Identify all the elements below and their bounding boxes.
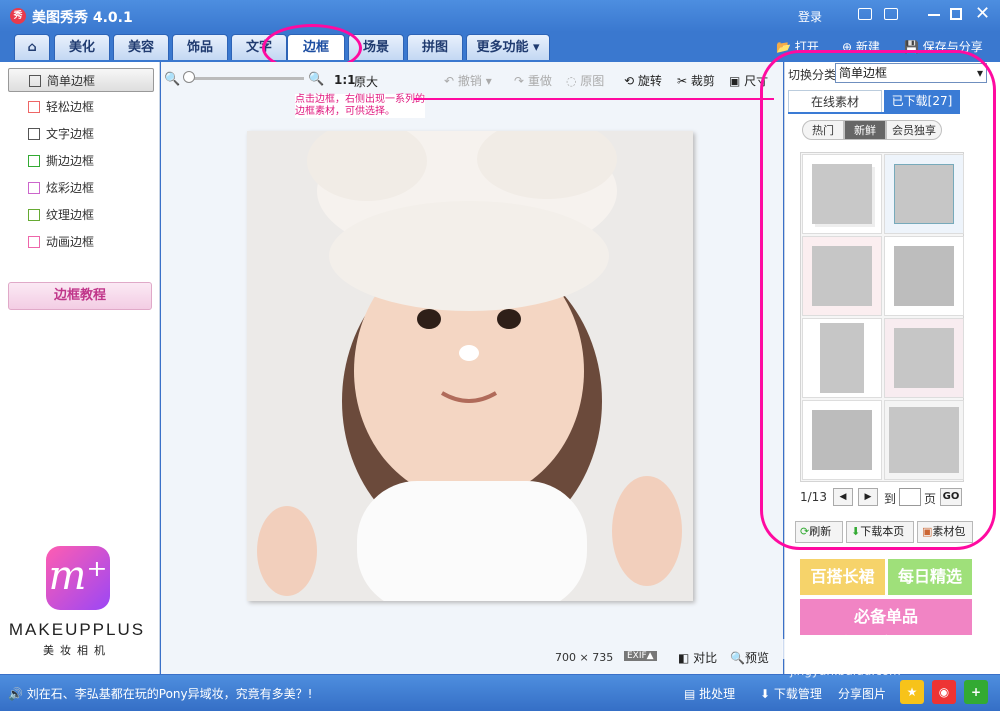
zoom-slider[interactable] <box>184 77 304 80</box>
frame-icon <box>28 236 40 248</box>
image-height: 735 <box>592 651 614 664</box>
star-icon[interactable]: ★ <box>900 680 924 704</box>
crop-label: 裁剪 <box>690 74 715 88</box>
category-label: 纹理边框 <box>46 208 95 222</box>
window-title: 美图秀秀 4.0.1 <box>32 10 133 26</box>
original-size-button[interactable]: 原大 <box>354 73 378 90</box>
maximize-icon[interactable] <box>950 8 962 20</box>
weibo-icon[interactable]: ◉ <box>932 680 956 704</box>
preview-button[interactable]: 🔍预览 <box>730 649 769 666</box>
batch-button[interactable]: ▤ 批处理 <box>684 685 735 702</box>
undo-label: 撤销 <box>457 74 482 88</box>
frame-icon <box>28 128 40 140</box>
redo-button[interactable]: ↷ 重做 <box>514 72 552 89</box>
share-image-button[interactable]: 分享图片 <box>838 685 886 702</box>
ratio-button[interactable]: 1:1 <box>334 73 356 87</box>
preview-label: 预览 <box>744 651 769 665</box>
download-manager-button[interactable]: ⬇ 下载管理 <box>760 685 822 702</box>
zoom-out-icon[interactable]: 🔍 <box>164 72 180 87</box>
category-animated[interactable]: 动画边框 <box>8 230 154 254</box>
category-colorful[interactable]: 炫彩边框 <box>8 176 154 200</box>
image-size: 700 × 735 <box>555 651 613 664</box>
redo-label: 重做 <box>527 74 552 88</box>
makeupplus-ad[interactable]: m⁺ MAKEUPPLUS 美妆相机 <box>6 528 148 670</box>
ad-long-skirt[interactable]: 百搭长裙 <box>800 559 885 595</box>
skin-icon[interactable] <box>884 8 898 20</box>
tab-collage[interactable]: 拼图 <box>407 34 463 60</box>
undo-button[interactable]: ↶ 撤销 ▾ <box>444 72 492 89</box>
category-texture[interactable]: 纹理边框 <box>8 203 154 227</box>
category-label: 文字边框 <box>46 127 95 141</box>
frame-icon <box>28 209 40 221</box>
tab-more[interactable]: 更多功能 ▾ <box>466 34 550 60</box>
annotation-line <box>414 98 774 100</box>
frame-icon <box>29 75 41 87</box>
frame-icon <box>28 155 40 167</box>
rotate-button[interactable]: ⟲ 旋转 <box>624 72 662 89</box>
size-separator: × <box>579 651 589 664</box>
frame-icon <box>28 101 40 113</box>
zoom-in-icon[interactable]: 🔍 <box>308 72 324 87</box>
login-link[interactable]: 登录 <box>798 8 822 25</box>
instruction-annotation: 点击边框，右侧出现一系列的边框素材，可供选择。 <box>295 94 425 118</box>
ad-daily-pick[interactable]: 每日精选 <box>888 559 972 595</box>
category-label: 撕边边框 <box>46 154 95 168</box>
baidu-watermark-logo: Bai 经验 <box>780 633 896 666</box>
zoom-slider-handle[interactable] <box>183 71 195 83</box>
category-easy[interactable]: 轻松边框 <box>8 95 154 119</box>
restore-button[interactable]: ◌ 原图 <box>566 72 604 89</box>
highlight-ring <box>760 50 996 550</box>
category-label: 简单边框 <box>47 74 96 88</box>
category-simple[interactable]: 简单边框 <box>8 68 154 92</box>
baidu-watermark-url: jingyan.baidu.com <box>790 664 901 678</box>
image-width: 700 <box>555 651 576 664</box>
tab-home[interactable]: ⌂ <box>14 34 50 60</box>
category-label: 动画边框 <box>46 235 95 249</box>
category-label: 轻松边框 <box>46 100 95 114</box>
child-portrait-image <box>247 131 693 601</box>
compare-button[interactable]: ◧ 对比 <box>678 649 717 666</box>
download-manager-label: 下载管理 <box>773 687 822 701</box>
batch-label: 批处理 <box>699 687 736 701</box>
news-ticker[interactable]: 🔊 刘在石、李弘基都在玩的Pony异域妆，究竟有多美？! <box>8 685 312 702</box>
frame-icon <box>28 182 40 194</box>
restore-label: 原图 <box>580 74 605 88</box>
makeupplus-title: MAKEUPPLUS <box>8 620 146 639</box>
makeupplus-subtitle: 美妆相机 <box>43 644 111 657</box>
category-label: 炫彩边框 <box>46 181 95 195</box>
photo-canvas[interactable] <box>247 131 693 601</box>
app-logo: 秀 <box>10 8 26 24</box>
tutorial-button[interactable]: 边框教程 <box>8 282 152 310</box>
category-torn[interactable]: 撕边边框 <box>8 149 154 173</box>
news-text: 刘在石、李弘基都在玩的Pony异域妆，究竟有多美？! <box>26 687 313 701</box>
minimize-icon[interactable] <box>928 14 940 16</box>
tab-face[interactable]: 美容 <box>113 34 169 60</box>
makeupplus-logo: m⁺ <box>46 546 110 610</box>
chat-icon[interactable] <box>858 8 872 20</box>
category-text[interactable]: 文字边框 <box>8 122 154 146</box>
compare-label: 对比 <box>693 651 718 665</box>
rotate-label: 旋转 <box>637 74 662 88</box>
crop-button[interactable]: ✂ 裁剪 <box>677 72 715 89</box>
close-icon[interactable]: ✕ <box>975 3 990 24</box>
exif-button[interactable]: EXIF▲ <box>624 651 657 661</box>
tab-beautify[interactable]: 美化 <box>54 34 110 60</box>
title-bar <box>0 0 1000 32</box>
add-icon[interactable]: + <box>964 680 988 704</box>
tab-decor[interactable]: 饰品 <box>172 34 228 60</box>
